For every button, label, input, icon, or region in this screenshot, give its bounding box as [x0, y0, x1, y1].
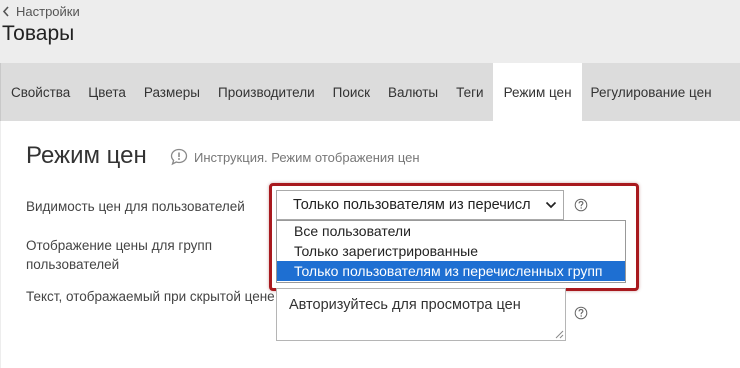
tab-colors[interactable]: Цвета [79, 63, 135, 121]
section-title: Режим цен [26, 142, 147, 169]
tab-sizes[interactable]: Размеры [135, 63, 209, 121]
groups-label: Отображение цены для групп пользователей [26, 238, 213, 272]
visibility-label: Видимость цен для пользователей [26, 199, 245, 214]
price-mode-panel: Режим цен Инструкция. Режим отображения … [1, 121, 740, 368]
visibility-selected-value: Только пользователям из перечисл [293, 197, 531, 213]
tab-properties[interactable]: Свойства [1, 63, 79, 121]
chevron-left-icon [2, 5, 10, 17]
breadcrumb-label: Настройки [16, 3, 80, 19]
page-title: Товары [2, 22, 75, 45]
visibility-select[interactable]: Только пользователям из перечисл [276, 190, 564, 220]
tab-search[interactable]: Поиск [324, 63, 379, 121]
comment-info-icon [170, 148, 188, 166]
resize-handle-icon[interactable] [555, 330, 564, 339]
option-listed-groups[interactable]: Только пользователям из перечисленных гр… [277, 261, 625, 281]
tab-price-regulation[interactable]: Регулирование цен [582, 63, 721, 121]
tab-currencies[interactable]: Валюты [379, 63, 447, 121]
visibility-help-icon[interactable] [574, 198, 588, 212]
visibility-dropdown-list: Все пользователи Только зарегистрированн… [276, 220, 626, 283]
tab-price-mode[interactable]: Режим цен [492, 63, 582, 121]
tab-tags[interactable]: Теги [447, 63, 492, 121]
hidden-text-help-icon[interactable] [574, 306, 588, 320]
hidden-price-text-value: Авторизуйтесь для просмотра цен [289, 297, 521, 313]
instruction-link[interactable]: Инструкция. Режим отображения цен [170, 148, 420, 166]
option-registered-only[interactable]: Только зарегистрированные [277, 241, 625, 261]
hidden-price-text-input[interactable]: Авторизуйтесь для просмотра цен [276, 288, 566, 341]
instruction-label: Инструкция. Режим отображения цен [194, 149, 420, 165]
breadcrumb-back-link[interactable]: Настройки [2, 1, 80, 21]
settings-tabs: Свойства Цвета Размеры Производители Пои… [0, 63, 740, 121]
hidden-text-label: Текст, отображаемый при скрытой цене [26, 289, 275, 304]
chevron-down-icon [545, 201, 557, 209]
option-all-users[interactable]: Все пользователи [277, 221, 625, 241]
tab-manufacturers[interactable]: Производители [209, 63, 324, 121]
